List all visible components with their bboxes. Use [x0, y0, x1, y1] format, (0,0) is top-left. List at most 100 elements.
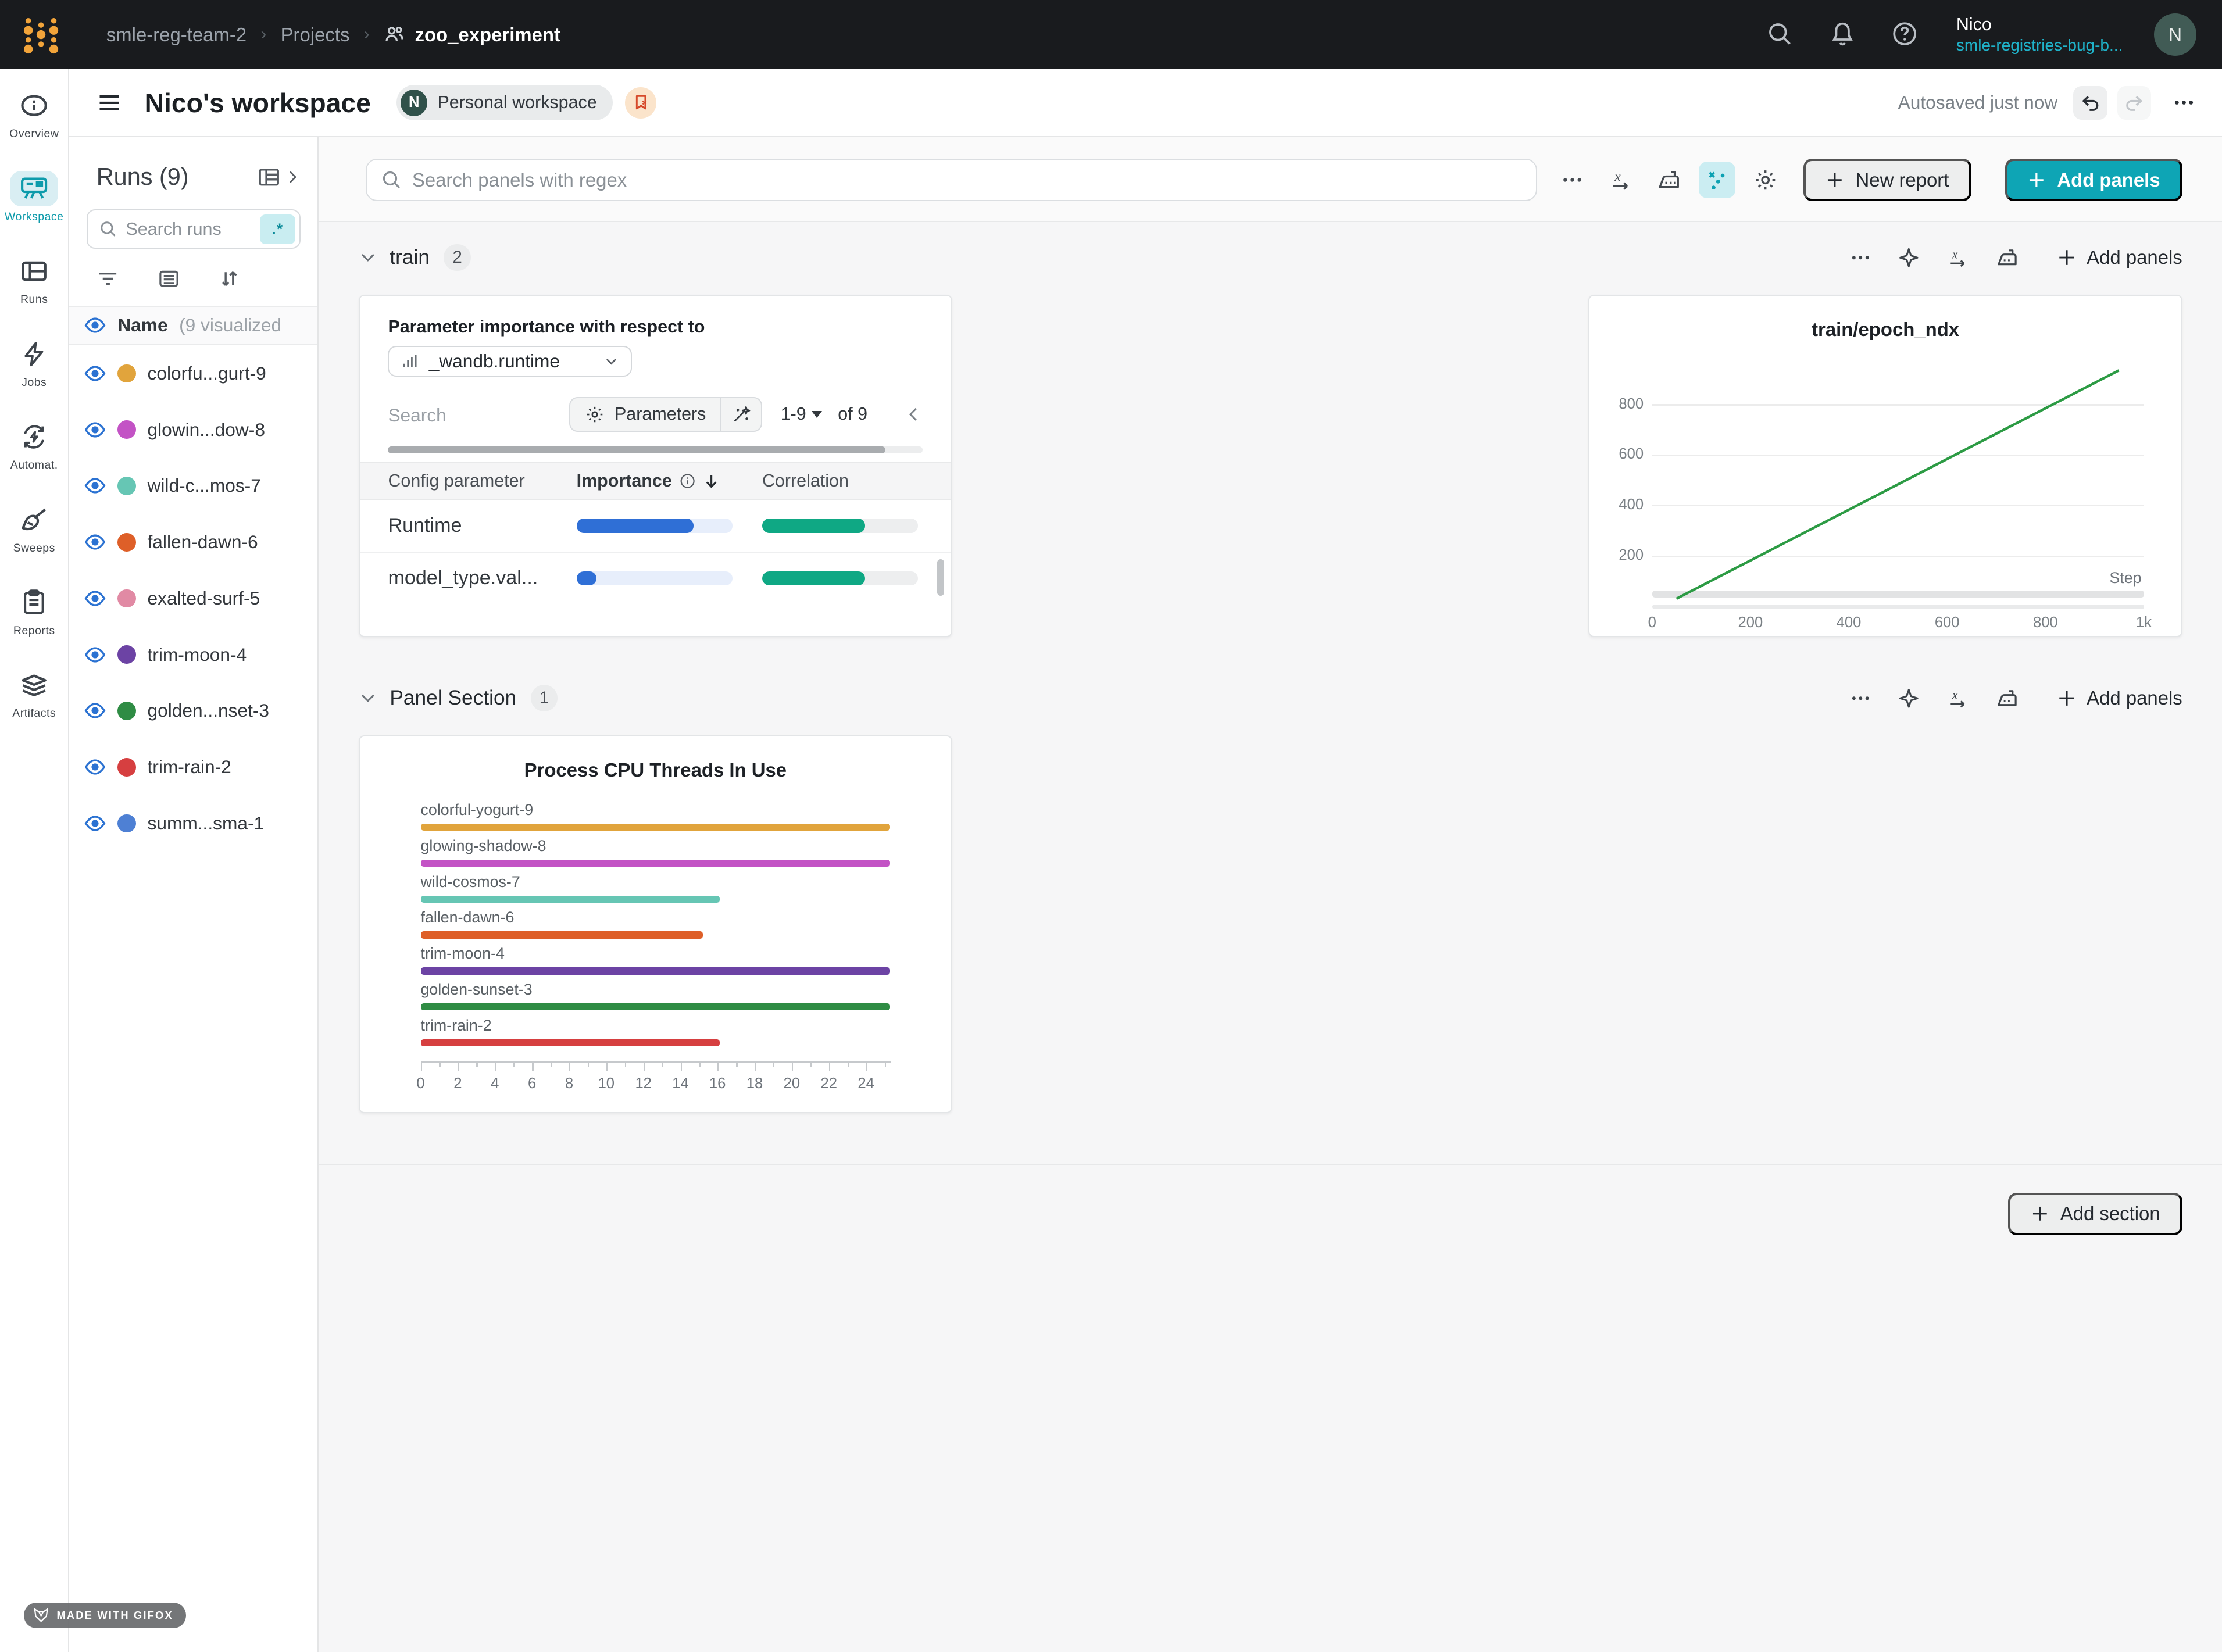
run-row[interactable]: glowin...dow-8 — [69, 402, 317, 458]
column-header-correlation[interactable]: Correlation — [762, 471, 923, 491]
run-visibility-eye-icon[interactable] — [84, 699, 106, 722]
section-x-axis-icon[interactable]: x — [1946, 687, 1969, 710]
section-panel-bank-icon[interactable] — [1996, 687, 2019, 710]
x-axis-settings-icon[interactable]: x — [1602, 162, 1639, 198]
breadcrumb-projects[interactable]: Projects — [281, 24, 350, 46]
user-org-link[interactable]: smle-registries-bug-b... — [1956, 37, 2123, 53]
add-section-button[interactable]: Add section — [2008, 1193, 2182, 1235]
run-name[interactable]: glowin...dow-8 — [148, 419, 265, 441]
sidebar-item-overview[interactable]: Overview — [0, 88, 68, 141]
magic-wand-button[interactable] — [720, 398, 761, 431]
runs-table-toggle-icon[interactable] — [257, 165, 281, 189]
group-list-icon[interactable] — [158, 267, 180, 290]
runs-search-input[interactable] — [126, 219, 252, 239]
cpu-bar-group[interactable]: fallen-dawn-6 — [421, 909, 891, 938]
user-info[interactable]: Nico smle-registries-bug-b... — [1956, 16, 2123, 54]
notifications-bell-icon[interactable] — [1829, 20, 1857, 49]
section-pin-sparkle-icon[interactable] — [1898, 247, 1920, 269]
undo-button[interactable] — [2073, 86, 2107, 120]
cpu-bar-group[interactable]: wild-cosmos-7 — [421, 873, 891, 903]
run-name[interactable]: fallen-dawn-6 — [148, 531, 258, 553]
expand-runs-chevron-icon[interactable] — [284, 169, 301, 185]
visibility-all-eye-icon[interactable] — [84, 314, 106, 337]
epoch-line-chart-panel[interactable]: train/epoch_ndx 200400600800020040060080… — [1588, 295, 2182, 638]
filter-icon[interactable] — [97, 267, 119, 290]
workspace-overflow-menu[interactable] — [2168, 87, 2199, 119]
cpu-threads-bar-chart-panel[interactable]: Process CPU Threads In Use colorful-yogu… — [359, 735, 952, 1114]
pagination-range-dropdown[interactable]: 1-9 — [781, 404, 823, 424]
parameter-importance-panel[interactable]: Parameter importance with respect to _wa… — [359, 295, 952, 638]
collapse-section-chevron-icon[interactable] — [359, 248, 377, 267]
section-add-panels-button[interactable]: Add panels — [2057, 687, 2182, 709]
sidebar-item-jobs[interactable]: Jobs — [0, 336, 68, 389]
importance-search-input[interactable] — [388, 405, 518, 426]
run-name[interactable]: trim-rain-2 — [148, 756, 231, 778]
cpu-bar-group[interactable]: colorful-yogurt-9 — [421, 801, 891, 831]
hamburger-menu-icon[interactable] — [92, 86, 126, 120]
run-row[interactable]: golden...nset-3 — [69, 683, 317, 739]
section-pin-sparkle-icon[interactable] — [1898, 688, 1920, 709]
panels-overflow-menu-icon[interactable] — [1554, 162, 1591, 198]
run-visibility-eye-icon[interactable] — [84, 756, 106, 778]
collapse-controls-chevron-icon[interactable] — [905, 405, 923, 424]
run-visibility-eye-icon[interactable] — [84, 419, 106, 441]
run-name[interactable]: trim-moon-4 — [148, 644, 247, 666]
help-icon[interactable] — [1891, 20, 1920, 49]
runs-name-column-header[interactable]: Name — [117, 314, 167, 336]
run-row[interactable]: exalted-surf-5 — [69, 570, 317, 627]
cpu-bar-group[interactable]: trim-moon-4 — [421, 945, 891, 974]
sidebar-item-workspace[interactable]: Workspace — [0, 171, 68, 224]
breadcrumb-team[interactable]: smle-reg-team-2 — [106, 24, 247, 46]
panel-search-input[interactable] — [412, 169, 1522, 191]
sidebar-item-artifacts[interactable]: Artifacts — [0, 667, 68, 720]
run-row[interactable]: trim-moon-4 — [69, 627, 317, 683]
run-name[interactable]: colorfu...gurt-9 — [148, 363, 266, 384]
user-avatar[interactable]: N — [2154, 13, 2196, 56]
column-header-importance[interactable]: Importance — [577, 471, 762, 491]
search-icon[interactable] — [1766, 20, 1795, 49]
run-visibility-eye-icon[interactable] — [84, 362, 106, 385]
run-visibility-eye-icon[interactable] — [84, 643, 106, 666]
section-title[interactable]: Panel Section — [390, 686, 516, 710]
section-x-axis-icon[interactable]: x — [1946, 246, 1969, 269]
clear-workspace-button[interactable] — [625, 87, 656, 119]
cpu-bar-group[interactable]: glowing-shadow-8 — [421, 837, 891, 867]
sidebar-item-runs[interactable]: Runs — [0, 253, 68, 306]
sidebar-item-reports[interactable]: Reports — [0, 585, 68, 638]
add-panels-button[interactable]: Add panels — [2005, 159, 2182, 201]
run-visibility-eye-icon[interactable] — [84, 812, 106, 835]
run-row[interactable]: colorfu...gurt-9 — [69, 345, 317, 402]
run-row[interactable]: summ...sma-1 — [69, 795, 317, 852]
collapse-section-chevron-icon[interactable] — [359, 689, 377, 707]
personal-workspace-badge[interactable]: N Personal workspace — [396, 85, 613, 120]
section-add-panels-button[interactable]: Add panels — [2057, 246, 2182, 269]
vertical-scrollbar-thumb[interactable] — [937, 559, 944, 596]
run-name[interactable]: golden...nset-3 — [148, 700, 270, 721]
new-report-button[interactable]: New report — [1803, 159, 1971, 201]
column-header-parameter[interactable]: Config parameter — [388, 471, 576, 491]
horizontal-scrollbar-thumb[interactable] — [388, 446, 885, 453]
sort-icon[interactable] — [218, 267, 241, 290]
cpu-bar-group[interactable]: trim-rain-2 — [421, 1017, 891, 1046]
redo-button[interactable] — [2117, 86, 2152, 120]
panel-bank-icon[interactable] — [1651, 162, 1687, 198]
run-name[interactable]: wild-c...mos-7 — [148, 475, 261, 496]
run-row[interactable]: fallen-dawn-6 — [69, 514, 317, 570]
regex-toggle-button[interactable]: .* — [260, 214, 295, 244]
importance-table-row[interactable]: Runtime — [360, 500, 951, 552]
run-visibility-eye-icon[interactable] — [84, 474, 106, 497]
cpu-bar-group[interactable]: golden-sunset-3 — [421, 981, 891, 1010]
sidebar-item-sweeps[interactable]: Sweeps — [0, 502, 68, 555]
run-visibility-eye-icon[interactable] — [84, 531, 106, 553]
parameters-button[interactable]: Parameters — [570, 398, 720, 431]
sidebar-item-automations[interactable]: Automat. — [0, 419, 68, 472]
run-visibility-eye-icon[interactable] — [84, 587, 106, 610]
run-name[interactable]: exalted-surf-5 — [148, 588, 260, 609]
run-row[interactable]: wild-c...mos-7 — [69, 458, 317, 514]
importance-table-row[interactable]: model_type.val... — [360, 553, 951, 597]
breadcrumb-project[interactable]: zoo_experiment — [384, 24, 560, 46]
workspace-settings-gear-icon[interactable] — [1747, 162, 1784, 198]
run-row[interactable]: trim-rain-2 — [69, 739, 317, 795]
section-panel-bank-icon[interactable] — [1996, 246, 2019, 269]
wandb-logo-icon[interactable] — [14, 8, 68, 62]
